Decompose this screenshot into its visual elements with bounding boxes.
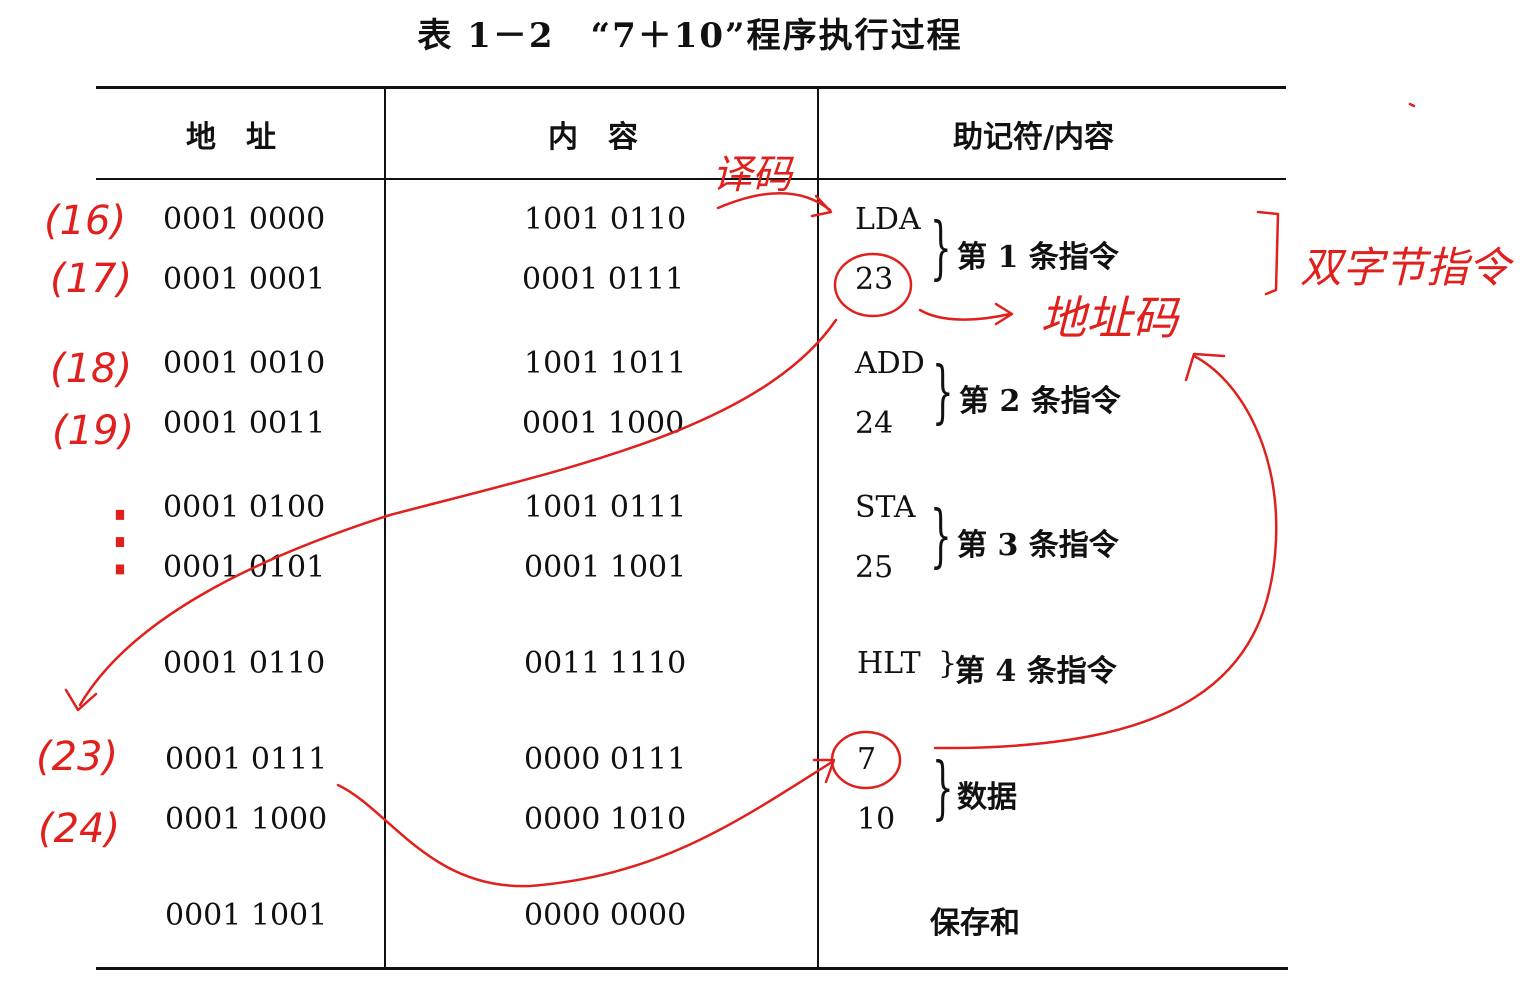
table-bottom-rule: [96, 967, 1288, 970]
address-cell: 0001 0000: [163, 202, 326, 237]
handwritten-row-number: (18): [50, 346, 133, 392]
header-address: 地 址: [186, 120, 276, 155]
content-cell: 0001 1001: [524, 550, 687, 585]
content-cell: 0001 0111: [522, 262, 685, 297]
header-content: 内 容: [548, 120, 638, 155]
address-code-arrowhead: [994, 302, 1014, 326]
decode-arrowhead: [810, 194, 833, 218]
handwritten-two-byte-instruction: 双字节指令: [1300, 243, 1511, 292]
handwritten-row-number: (23): [36, 734, 119, 780]
content-cell: 1001 0110: [524, 202, 687, 237]
address-cell: 0001 0100: [163, 490, 326, 525]
address-code-arrow: [918, 308, 1012, 321]
handwritten-ellipsis: ⋮: [80, 493, 160, 586]
brace-group-2: }: [932, 353, 954, 433]
content-cell: 0001 1000: [522, 406, 685, 441]
content-cell: 0000 0111: [524, 742, 687, 777]
mnemonic-cell: 7: [857, 742, 877, 777]
mnemonic-cell: 23: [855, 262, 894, 297]
group-label: 第 3 条指令: [957, 528, 1119, 563]
mnemonic-cell: 25: [855, 550, 894, 585]
address-cell: 0001 0001: [163, 262, 326, 297]
address-cell: 0001 0011: [163, 406, 326, 441]
handwritten-row-number: (16): [44, 198, 127, 244]
brace-group-1: }: [930, 209, 952, 289]
content-cell: 0000 0000: [524, 898, 687, 933]
handwritten-row-number: (24): [38, 806, 121, 852]
mnemonic-cell: LDA: [855, 202, 921, 237]
bracket-two-byte: [1256, 210, 1280, 296]
address-cell: 0001 0111: [165, 742, 328, 777]
address-cell: 0001 1000: [165, 802, 328, 837]
mnemonic-cell: STA: [855, 490, 916, 525]
content-cell: 0011 1110: [524, 646, 687, 681]
tick-mark: [1408, 102, 1416, 108]
mnemonic-cell: 10: [857, 802, 896, 837]
handwritten-address-code: 地址码: [1040, 291, 1178, 345]
group-label: 数据: [957, 780, 1017, 815]
table-top-rule: [96, 86, 1286, 89]
handwritten-row-number: (17): [50, 256, 133, 302]
brace-data: }: [932, 749, 954, 829]
handwritten-decode: 译码: [712, 152, 792, 198]
data-arrowhead: [1184, 352, 1226, 382]
mnemonic-cell: 24: [855, 406, 894, 441]
address-cell: 0001 1001: [165, 898, 328, 933]
header-mnemonic: 助记符/内容: [953, 120, 1114, 155]
pointer-arrowhead: [64, 688, 98, 712]
address-cell: 0001 0101: [163, 550, 326, 585]
address-cell: 0001 0110: [163, 646, 326, 681]
header-bottom-rule: [96, 178, 1286, 180]
group-label: 第 2 条指令: [959, 384, 1121, 419]
table-caption: 表 1－2 “7＋10”程序执行过程: [417, 16, 963, 56]
content-cell: 1001 1011: [524, 346, 687, 381]
column-divider-1: [384, 88, 386, 969]
group-label: 保存和: [930, 906, 1020, 941]
group-label: 第 1 条指令: [957, 240, 1119, 275]
mnemonic-cell: HLT: [857, 646, 921, 681]
address-cell: 0001 0010: [163, 346, 326, 381]
column-divider-2: [817, 88, 819, 969]
handwritten-row-number: (19): [52, 408, 135, 454]
group-label: 第 4 条指令: [955, 654, 1117, 689]
content-cell: 0000 1010: [524, 802, 687, 837]
mnemonic-cell: ADD: [855, 346, 925, 381]
content-cell: 1001 0111: [524, 490, 687, 525]
brace-group-3: }: [930, 497, 952, 577]
